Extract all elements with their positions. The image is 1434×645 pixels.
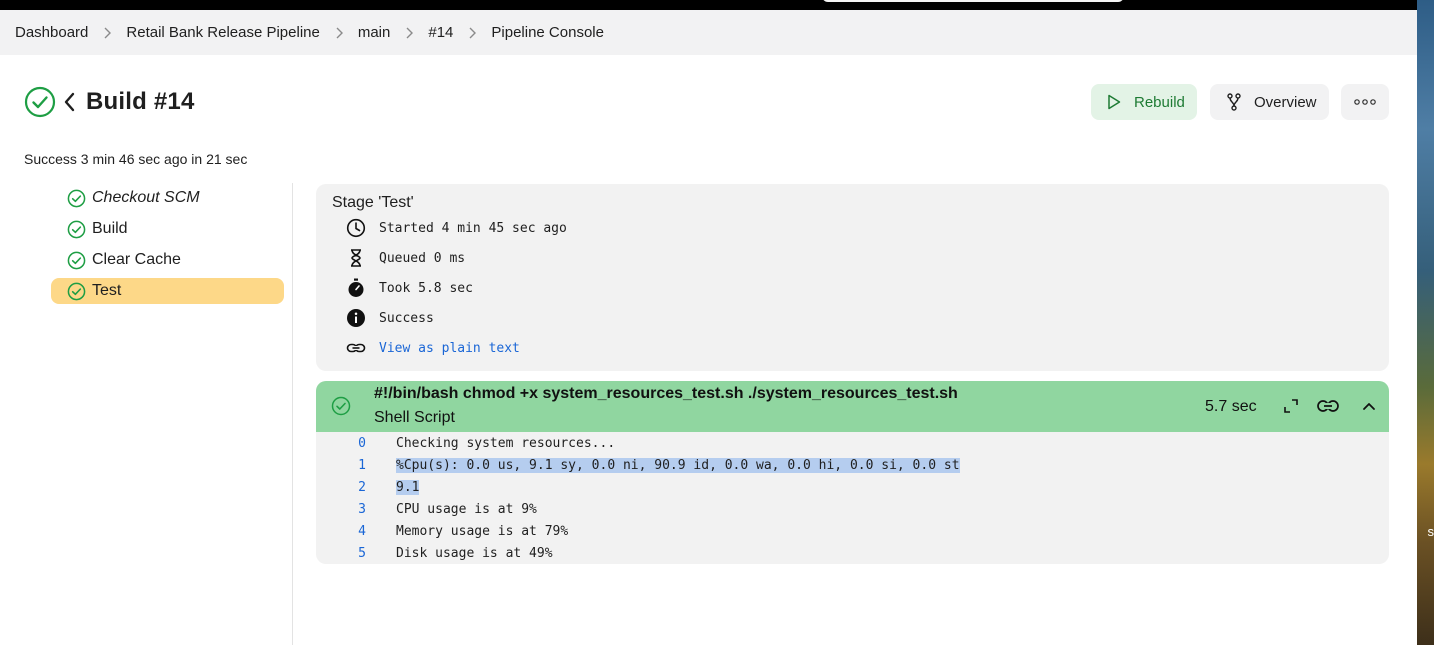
log-line-number[interactable]: 0 [316, 436, 366, 451]
rebuild-button[interactable]: Rebuild [1091, 84, 1197, 120]
stage-item-test[interactable]: Test [51, 278, 284, 304]
log-line: 5 Disk usage is at 49% [316, 542, 1389, 564]
plain-text-row: View as plain text [346, 336, 946, 360]
log-line: 0 Checking system resources... [316, 432, 1389, 454]
overview-button[interactable]: Overview [1210, 84, 1329, 120]
chevron-right-icon [334, 27, 344, 39]
collapse-chevron-up-icon[interactable] [1358, 395, 1380, 417]
stage-label: Checkout SCM [92, 189, 200, 206]
overview-button-label: Overview [1254, 93, 1317, 111]
log-line-number[interactable]: 3 [316, 502, 366, 517]
more-actions-button[interactable] [1341, 84, 1389, 120]
breadcrumb-item-console[interactable]: Pipeline Console [491, 24, 604, 41]
log-line: 4 Memory usage is at 79% [316, 520, 1389, 542]
chevron-right-icon [467, 27, 477, 39]
hourglass-icon [351, 249, 361, 267]
success-check-icon [67, 251, 86, 269]
stage-item-clear-cache[interactable]: Clear Cache [51, 247, 284, 273]
clock-icon [346, 218, 366, 238]
stage-label: Test [92, 282, 122, 299]
breadcrumb: Dashboard Retail Bank Release Pipeline m… [0, 10, 1417, 55]
stage-queued-text: Queued 0 ms [379, 250, 466, 266]
more-horizontal-icon [1354, 99, 1376, 105]
log-line-text: Checking system resources... [396, 435, 616, 451]
log-line-number[interactable]: 5 [316, 546, 366, 561]
stage-took-text: Took 5.8 sec [379, 280, 473, 296]
expand-icon[interactable] [1280, 395, 1302, 417]
log-line-text: %Cpu(s): 0.0 us, 9.1 sy, 0.0 ni, 90.9 id… [396, 457, 960, 473]
success-check-icon [67, 282, 86, 300]
desktop-background-edge: s [1417, 0, 1434, 645]
chevron-right-icon [102, 27, 112, 39]
stage-title: Stage 'Test' [332, 194, 414, 211]
log-line: 1 %Cpu(s): 0.0 us, 9.1 sy, 0.0 ni, 90.9 … [316, 454, 1389, 476]
panel-divider [292, 183, 293, 645]
stage-took-row: Took 5.8 sec [346, 276, 946, 300]
step-type: Shell Script [374, 409, 455, 426]
play-icon [1108, 94, 1121, 110]
chevron-right-icon [404, 27, 414, 39]
success-check-icon [24, 86, 56, 118]
link-icon[interactable] [1317, 395, 1339, 417]
step-command: #!/bin/bash chmod +x system_resources_te… [374, 385, 958, 402]
step-duration: 5.7 sec [1205, 398, 1257, 415]
window-top-bar [0, 0, 1434, 10]
build-header: Build #14 [24, 86, 195, 118]
log-line-text: Memory usage is at 79% [396, 523, 569, 539]
build-status-line: Success 3 min 46 sec ago in 21 sec [24, 151, 248, 167]
log-line-number[interactable]: 1 [316, 458, 366, 473]
success-check-icon [331, 396, 351, 416]
success-check-icon [67, 220, 86, 238]
breadcrumb-item-dashboard[interactable]: Dashboard [15, 24, 88, 41]
step-shell-script: #!/bin/bash chmod +x system_resources_te… [316, 381, 1389, 564]
stage-item-checkout-scm[interactable]: Checkout SCM [51, 185, 284, 211]
console-log: 0 Checking system resources... 1 %Cpu(s)… [316, 432, 1389, 564]
top-address-pill [822, 0, 1124, 2]
log-line-number[interactable]: 4 [316, 524, 366, 539]
branch-icon [1227, 93, 1241, 111]
log-line: 3 CPU usage is at 9% [316, 498, 1389, 520]
rebuild-button-label: Rebuild [1134, 93, 1185, 111]
stage-started-row: Started 4 min 45 sec ago [346, 216, 946, 240]
success-check-icon [67, 189, 86, 207]
breadcrumb-item-branch[interactable]: main [358, 24, 391, 41]
page-title: Build #14 [86, 88, 195, 115]
log-line: 2 9.1 [316, 476, 1389, 498]
info-icon [347, 309, 365, 327]
stopwatch-icon [348, 278, 364, 297]
link-icon [346, 343, 366, 353]
stage-label: Clear Cache [92, 251, 181, 268]
breadcrumb-item-pipeline[interactable]: Retail Bank Release Pipeline [126, 24, 319, 41]
stage-label: Build [92, 220, 128, 237]
stage-started-text: Started 4 min 45 sec ago [379, 220, 567, 236]
stage-item-build[interactable]: Build [51, 216, 284, 242]
stage-list: Checkout SCM Build Clear Cache Test [51, 185, 284, 309]
stage-queued-row: Queued 0 ms [346, 246, 946, 270]
log-line-text: CPU usage is at 9% [396, 501, 537, 517]
step-header[interactable]: #!/bin/bash chmod +x system_resources_te… [316, 381, 1389, 432]
view-plain-text-link[interactable]: View as plain text [379, 341, 520, 356]
stage-detail-card: Stage 'Test' Started 4 min 45 sec ago Qu… [316, 184, 1389, 371]
breadcrumb-item-build[interactable]: #14 [428, 24, 453, 41]
stage-status-row: Success [346, 306, 946, 330]
chevron-left-icon[interactable] [62, 91, 76, 113]
log-line-text: 9.1 [396, 479, 420, 495]
log-line-number[interactable]: 2 [316, 480, 366, 495]
stage-status-text: Success [379, 310, 434, 326]
desktop-peek-text: s [1427, 524, 1434, 539]
log-line-text: Disk usage is at 49% [396, 545, 553, 561]
